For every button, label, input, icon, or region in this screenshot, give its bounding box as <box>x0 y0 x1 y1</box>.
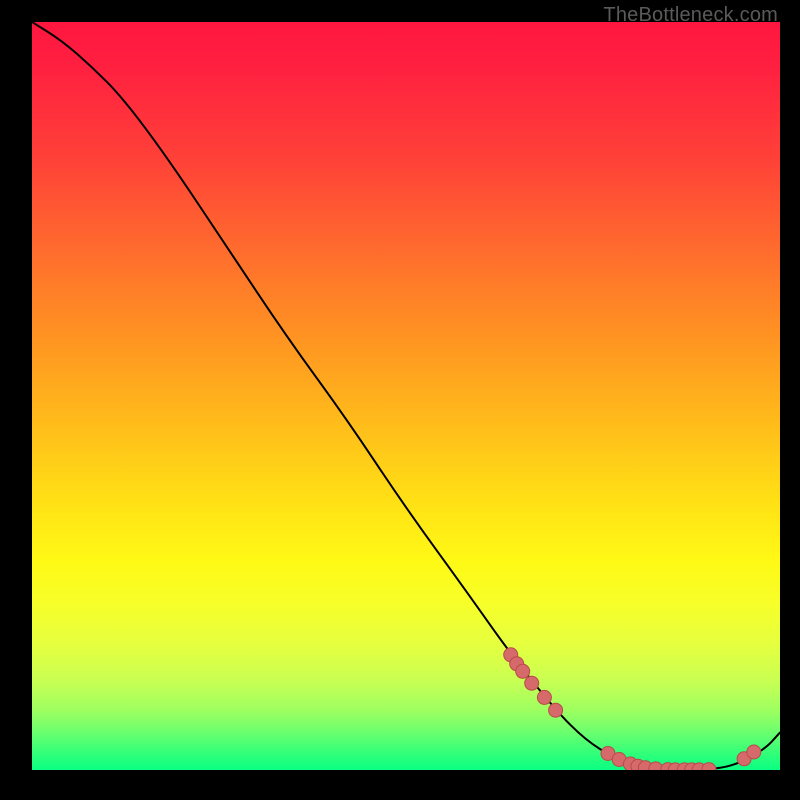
data-marker <box>537 690 551 704</box>
data-marker <box>525 676 539 690</box>
chart-stage: TheBottleneck.com <box>0 0 800 800</box>
data-marker <box>516 664 530 678</box>
plot-area <box>32 22 780 770</box>
data-markers <box>504 648 761 770</box>
data-marker <box>549 703 563 717</box>
curve-overlay <box>32 22 780 770</box>
bottleneck-curve <box>32 22 780 770</box>
data-marker <box>747 745 761 759</box>
data-marker <box>702 763 716 770</box>
